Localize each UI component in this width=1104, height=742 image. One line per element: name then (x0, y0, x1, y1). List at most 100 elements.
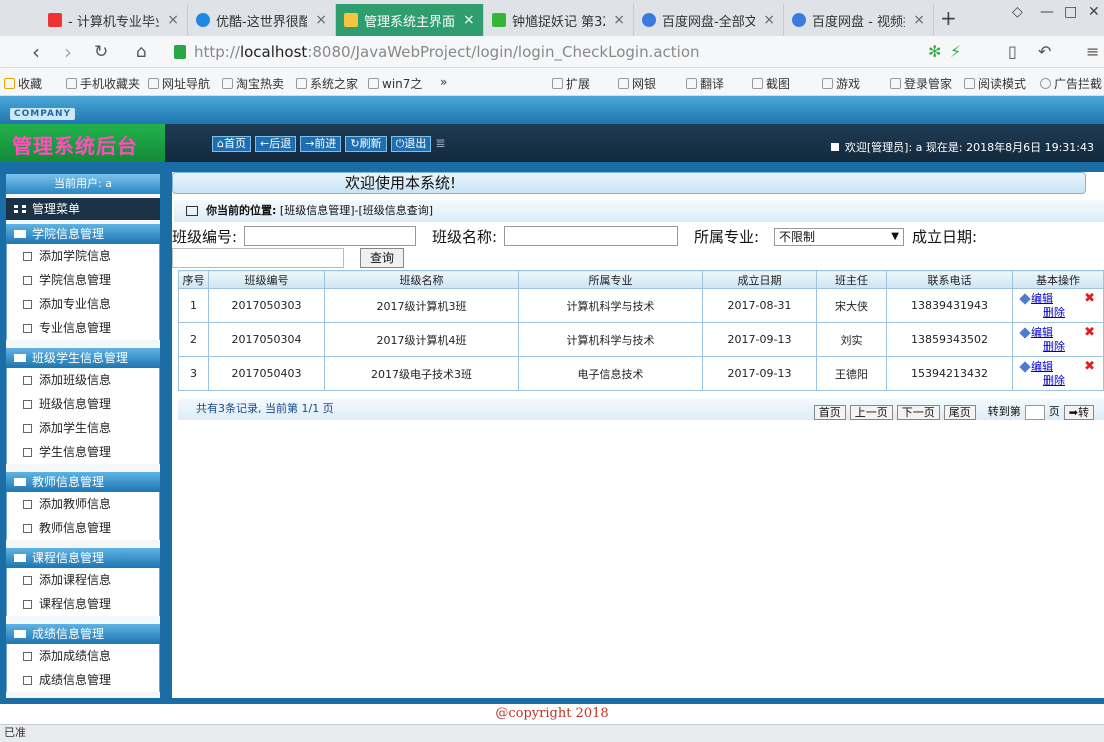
bookmark-item[interactable]: 手机收藏夹 (66, 75, 140, 92)
refresh-icon[interactable]: ↻ (94, 42, 108, 62)
app-frame: COMPANY 管理系统后台 ⌂首页 ←后退 →前进 ↻刷新 ⏻退出 ≣ 欢迎[… (0, 96, 1104, 742)
section-icon (14, 478, 26, 486)
menu-item-manage-college[interactable]: 学院信息管理 (6, 268, 160, 292)
major-select[interactable]: 不限制 ▼ (774, 228, 904, 246)
translate-button[interactable]: 翻译 (686, 75, 724, 92)
bank-button[interactable]: 网银 (618, 75, 656, 92)
delete-icon[interactable]: ✖ (1084, 359, 1095, 374)
tab-favicon-icon (344, 13, 358, 27)
delete-icon[interactable]: ✖ (1084, 325, 1095, 340)
menu-section-teacher[interactable]: 教师信息管理 (6, 472, 160, 492)
next-page-button[interactable]: 下一页 (896, 404, 940, 420)
refresh-button[interactable]: ↻刷新 (345, 136, 387, 152)
phone-icon (66, 78, 77, 89)
menu-item-manage-student[interactable]: 学生信息管理 (6, 440, 160, 464)
class-no-input[interactable] (244, 226, 416, 246)
menu-item-manage-score[interactable]: 成绩信息管理 (6, 668, 160, 692)
section-icon (14, 230, 26, 238)
close-window-icon[interactable]: ✕ (1088, 4, 1100, 20)
date-input[interactable] (172, 248, 344, 268)
logout-button[interactable]: ⏻退出 (390, 136, 432, 152)
skin-icon[interactable]: ◇ (1012, 4, 1023, 20)
browser-tab[interactable]: - 计算机专业毕业 × (40, 4, 188, 36)
star-icon (4, 78, 15, 89)
browser-tab[interactable]: 钟馗捉妖记 第32 × (484, 4, 634, 36)
square-icon (830, 143, 839, 151)
menu-section-score[interactable]: 成绩信息管理 (6, 624, 160, 644)
back-icon[interactable]: ‹ (32, 40, 40, 64)
delete-icon[interactable]: ✖ (1084, 291, 1095, 306)
close-tab-icon[interactable]: × (463, 12, 475, 28)
forward-button[interactable]: →前进 (300, 136, 342, 152)
home-icon[interactable]: ⌂ (136, 42, 147, 62)
login-manager-button[interactable]: 登录管家 (890, 75, 952, 92)
menu-item-manage-course[interactable]: 课程信息管理 (6, 592, 160, 616)
go-button[interactable]: ➡转 (1063, 404, 1094, 420)
close-tab-icon[interactable]: × (167, 12, 179, 28)
accelerate-icon[interactable]: ✻ (928, 42, 941, 61)
tab-favicon-icon (48, 13, 62, 27)
cell-major: 电子信息技术 (518, 356, 703, 391)
home-button[interactable]: ⌂首页 (212, 136, 251, 152)
bookmarks-more[interactable]: » (440, 75, 447, 89)
cell-major: 计算机科学与技术 (518, 288, 703, 323)
menu-icon[interactable]: ≡ (1086, 42, 1099, 61)
cell-phone: 13859343502 (886, 322, 1013, 357)
menu-item-add-course[interactable]: 添加课程信息 (6, 568, 160, 592)
menu-item-add-teacher[interactable]: 添加教师信息 (6, 492, 160, 516)
menu-item-manage-major[interactable]: 专业信息管理 (6, 316, 160, 340)
bookmark-item[interactable]: 收藏 (4, 75, 42, 92)
menu-item-manage-class[interactable]: 班级信息管理 (6, 392, 160, 416)
page-number-input[interactable] (1024, 404, 1045, 420)
delete-link[interactable]: 删除 (1031, 306, 1103, 320)
close-tab-icon[interactable]: × (763, 12, 775, 28)
browser-tab[interactable]: 百度网盘-全部文 × (634, 4, 784, 36)
first-page-button[interactable]: 首页 (813, 404, 846, 420)
undo-icon[interactable]: ↶ (1038, 42, 1051, 61)
extensions-button[interactable]: 扩展 (552, 75, 590, 92)
games-button[interactable]: 游戏 (822, 75, 860, 92)
maximize-icon[interactable]: □ (1064, 4, 1077, 20)
close-tab-icon[interactable]: × (613, 12, 625, 28)
query-button[interactable]: 查询 (360, 248, 404, 268)
device-icon[interactable]: ▯ (1008, 42, 1017, 61)
last-page-button[interactable]: 尾页 (943, 404, 976, 420)
section-icon (14, 554, 26, 562)
back-button[interactable]: ←后退 (254, 136, 297, 152)
prev-page-button[interactable]: 上一页 (849, 404, 893, 420)
menu-item-add-major[interactable]: 添加专业信息 (6, 292, 160, 316)
browser-tab[interactable]: 百度网盘 - 视频播× (784, 4, 934, 36)
bookmark-item[interactable]: 系统之家 (296, 75, 358, 92)
close-tab-icon[interactable]: × (315, 12, 327, 28)
address-bar[interactable]: http://localhost:8080/JavaWebProject/log… (174, 40, 914, 64)
class-name-input[interactable] (504, 226, 678, 246)
delete-link[interactable]: 删除 (1031, 340, 1103, 354)
lightning-icon[interactable]: ⚡ (950, 42, 961, 61)
reader-mode-button[interactable]: 阅读模式 (964, 75, 1026, 92)
column-header: 成立日期 (702, 270, 817, 289)
menu-item-add-student[interactable]: 添加学生信息 (6, 416, 160, 440)
menu-item-add-score[interactable]: 添加成绩信息 (6, 644, 160, 668)
browser-tab[interactable]: 优酷-这世界很酷 × (188, 4, 336, 36)
forward-icon[interactable]: › (64, 40, 72, 64)
minimize-icon[interactable]: — (1040, 4, 1054, 20)
delete-link[interactable]: 删除 (1031, 374, 1103, 388)
menu-section-class-student[interactable]: 班级学生信息管理 (6, 348, 160, 368)
column-header: 序号 (178, 270, 209, 289)
sidebar: 当前用户: a 管理菜单 学院信息管理 添加学院信息 学院信息管理 添加专业信息… (6, 174, 160, 698)
adblock-button[interactable]: 广告拦截 (1040, 75, 1102, 92)
screenshot-button[interactable]: 截图 (752, 75, 790, 92)
bookmark-item[interactable]: 网址导航 (148, 75, 210, 92)
browser-nav-bar: ‹ › ↻ ⌂ http://localhost:8080/JavaWebPro… (0, 36, 1104, 68)
bookmark-item[interactable]: 淘宝热卖 (222, 75, 284, 92)
close-tab-icon[interactable]: × (913, 12, 925, 28)
menu-section-college[interactable]: 学院信息管理 (6, 224, 160, 244)
menu-item-add-college[interactable]: 添加学院信息 (6, 244, 160, 268)
bank-icon (618, 78, 629, 89)
menu-section-course[interactable]: 课程信息管理 (6, 548, 160, 568)
menu-item-manage-teacher[interactable]: 教师信息管理 (6, 516, 160, 540)
menu-item-add-class[interactable]: 添加班级信息 (6, 368, 160, 392)
new-tab-icon[interactable]: + (940, 6, 957, 30)
bookmark-item[interactable]: win7之 (368, 75, 422, 92)
browser-tab-active[interactable]: 管理系统主界面 × (336, 4, 484, 36)
